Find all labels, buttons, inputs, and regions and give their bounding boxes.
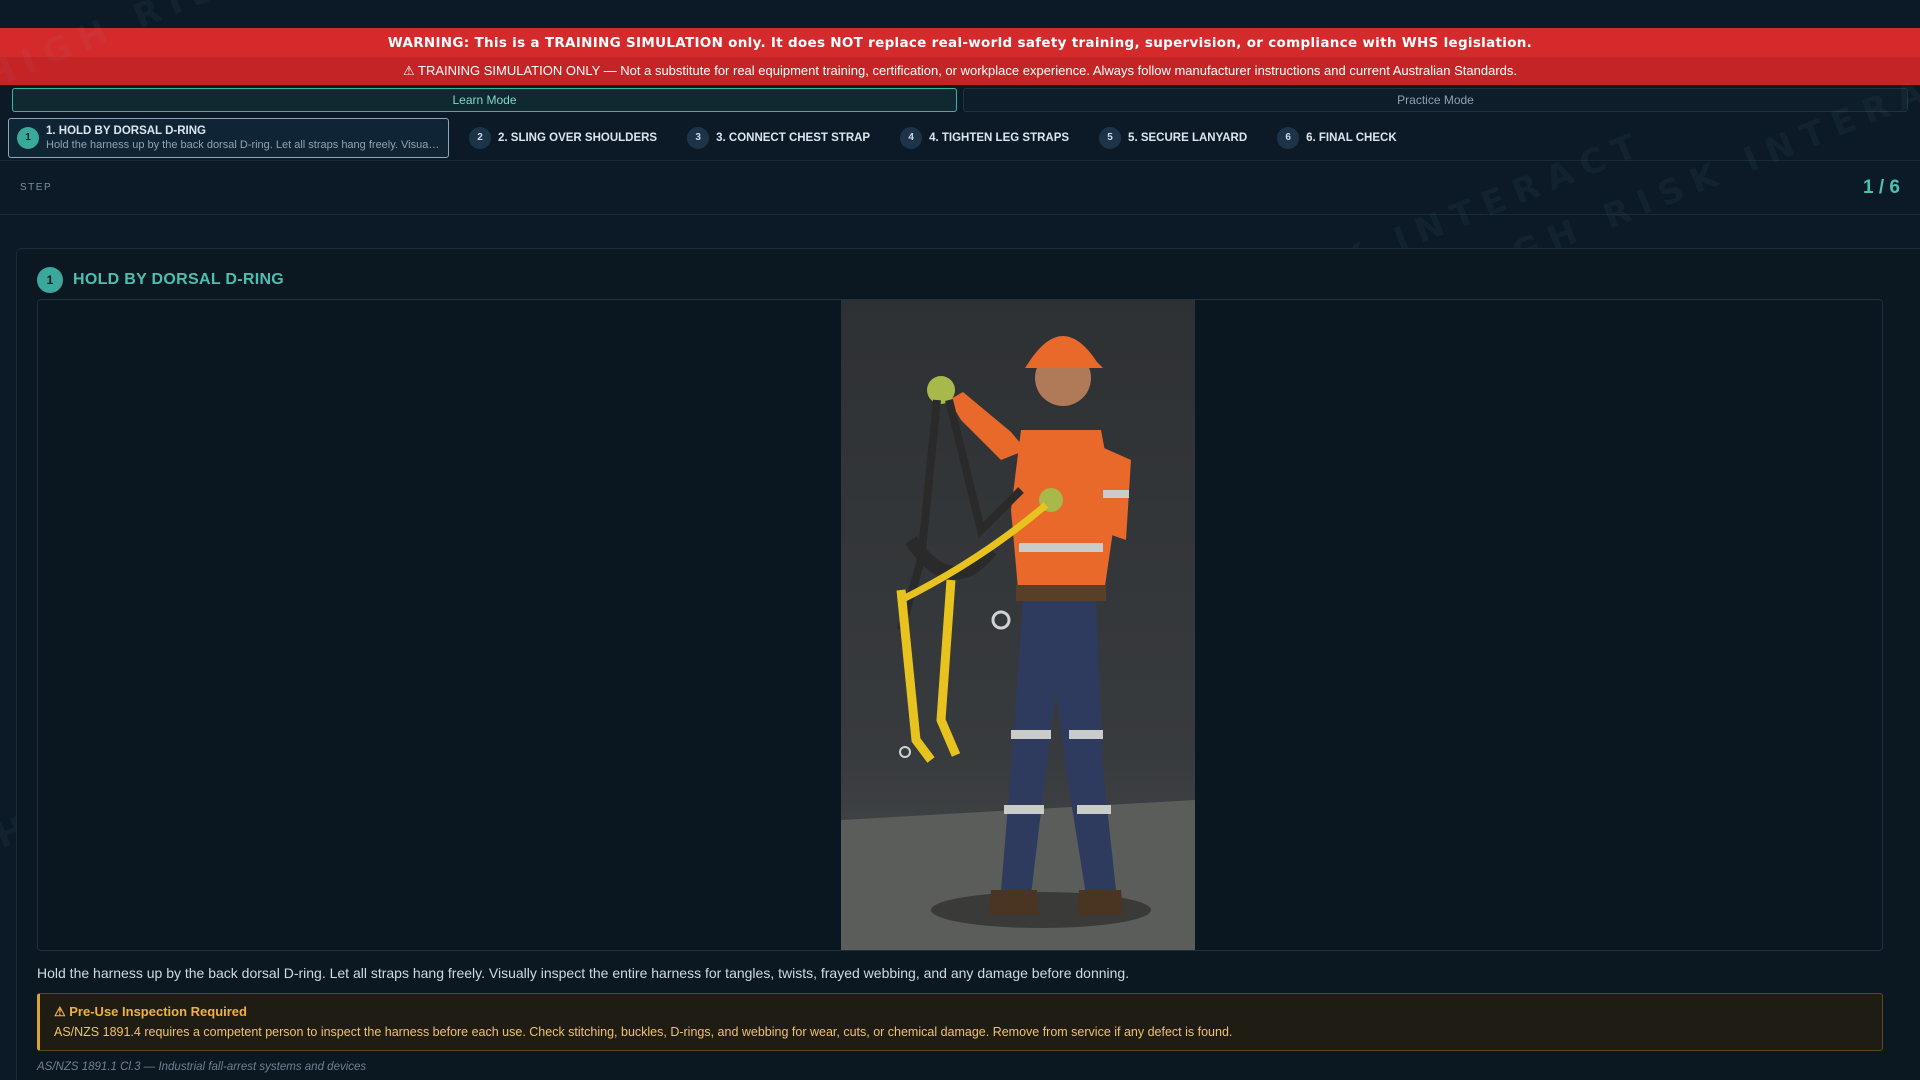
step-number-badge: 4	[900, 126, 923, 149]
step-number-badge: 6	[1277, 126, 1300, 149]
warning-banner: WARNING: This is a TRAINING SIMULATION o…	[0, 28, 1920, 57]
callout-text: AS/NZS 1891.4 requires a competent perso…	[54, 1025, 1233, 1039]
notice-banner: ⚠ TRAINING SIMULATION ONLY — Not a subst…	[0, 57, 1920, 85]
step-tab-2[interactable]: 2 2. SLING OVER SHOULDERS	[459, 126, 667, 149]
top-spacer	[0, 0, 1920, 28]
step-heading-title: HOLD BY DORSAL D-RING	[73, 271, 285, 288]
step-counter-label: STEP	[20, 182, 53, 193]
worker-harness-photo	[841, 300, 1195, 950]
step-counter-bar: STEP 1 / 6	[0, 161, 1920, 215]
step-tab-label: 4. TIGHTEN LEG STRAPS	[929, 131, 1070, 144]
step-tab-label: 3. CONNECT CHEST STRAP	[716, 131, 871, 144]
inspection-callout: ⚠ Pre-Use Inspection Required AS/NZS 189…	[37, 993, 1883, 1051]
practice-mode-label: Practice Mode	[1397, 93, 1474, 107]
step-navigation: 1 1. HOLD BY DORSAL D-RING Hold the harn…	[0, 115, 1920, 161]
step-tab-4[interactable]: 4 4. TIGHTEN LEG STRAPS	[890, 126, 1079, 149]
learn-mode-button[interactable]: Learn Mode	[12, 88, 957, 112]
learn-mode-label: Learn Mode	[452, 93, 517, 107]
notice-text: ⚠ TRAINING SIMULATION ONLY — Not a subst…	[402, 63, 1517, 78]
step-description: Hold the harness up by the back dorsal D…	[37, 965, 1130, 981]
step-tab-3[interactable]: 3 3. CONNECT CHEST STRAP	[677, 126, 880, 149]
step-tab-label: 1. HOLD BY DORSAL D-RING	[46, 124, 206, 137]
step-tab-6[interactable]: 6 6. FINAL CHECK	[1267, 126, 1407, 149]
step-number-badge: 1	[17, 126, 39, 149]
step-tab-description: Hold the harness up by the back dorsal D…	[46, 138, 441, 151]
callout-title: ⚠ Pre-Use Inspection Required	[54, 1004, 247, 1019]
step-tab-label: 5. SECURE LANYARD	[1128, 131, 1248, 144]
step-heading: 1 HOLD BY DORSAL D-RING	[37, 267, 284, 293]
worker-illustration	[841, 336, 1195, 950]
step-tab-1[interactable]: 1 1. HOLD BY DORSAL D-RING Hold the harn…	[8, 117, 449, 158]
step-heading-badge: 1	[37, 267, 63, 293]
step-counter-value: 1 / 6	[1863, 176, 1900, 198]
warning-text: WARNING: This is a TRAINING SIMULATION o…	[387, 34, 1533, 51]
standard-reference: AS/NZS 1891.1 Cl.3 — Industrial fall-arr…	[37, 1061, 367, 1073]
step-tab-5[interactable]: 5 5. SECURE LANYARD	[1089, 126, 1257, 149]
step-number-badge: 2	[469, 126, 491, 149]
step-content-panel: 1 HOLD BY DORSAL D-RING Hold the harness…	[16, 248, 1920, 1080]
step-tab-label: 2. SLING OVER SHOULDERS	[498, 131, 658, 144]
step-tab-label: 6. FINAL CHECK	[1306, 131, 1397, 144]
illustration-frame	[37, 299, 1883, 951]
mode-toggle-bar: Learn Mode Practice Mode	[0, 85, 1920, 115]
step-number-badge: 5	[1099, 126, 1122, 149]
step-number-badge: 3	[687, 126, 710, 149]
practice-mode-button[interactable]: Practice Mode	[963, 88, 1908, 112]
